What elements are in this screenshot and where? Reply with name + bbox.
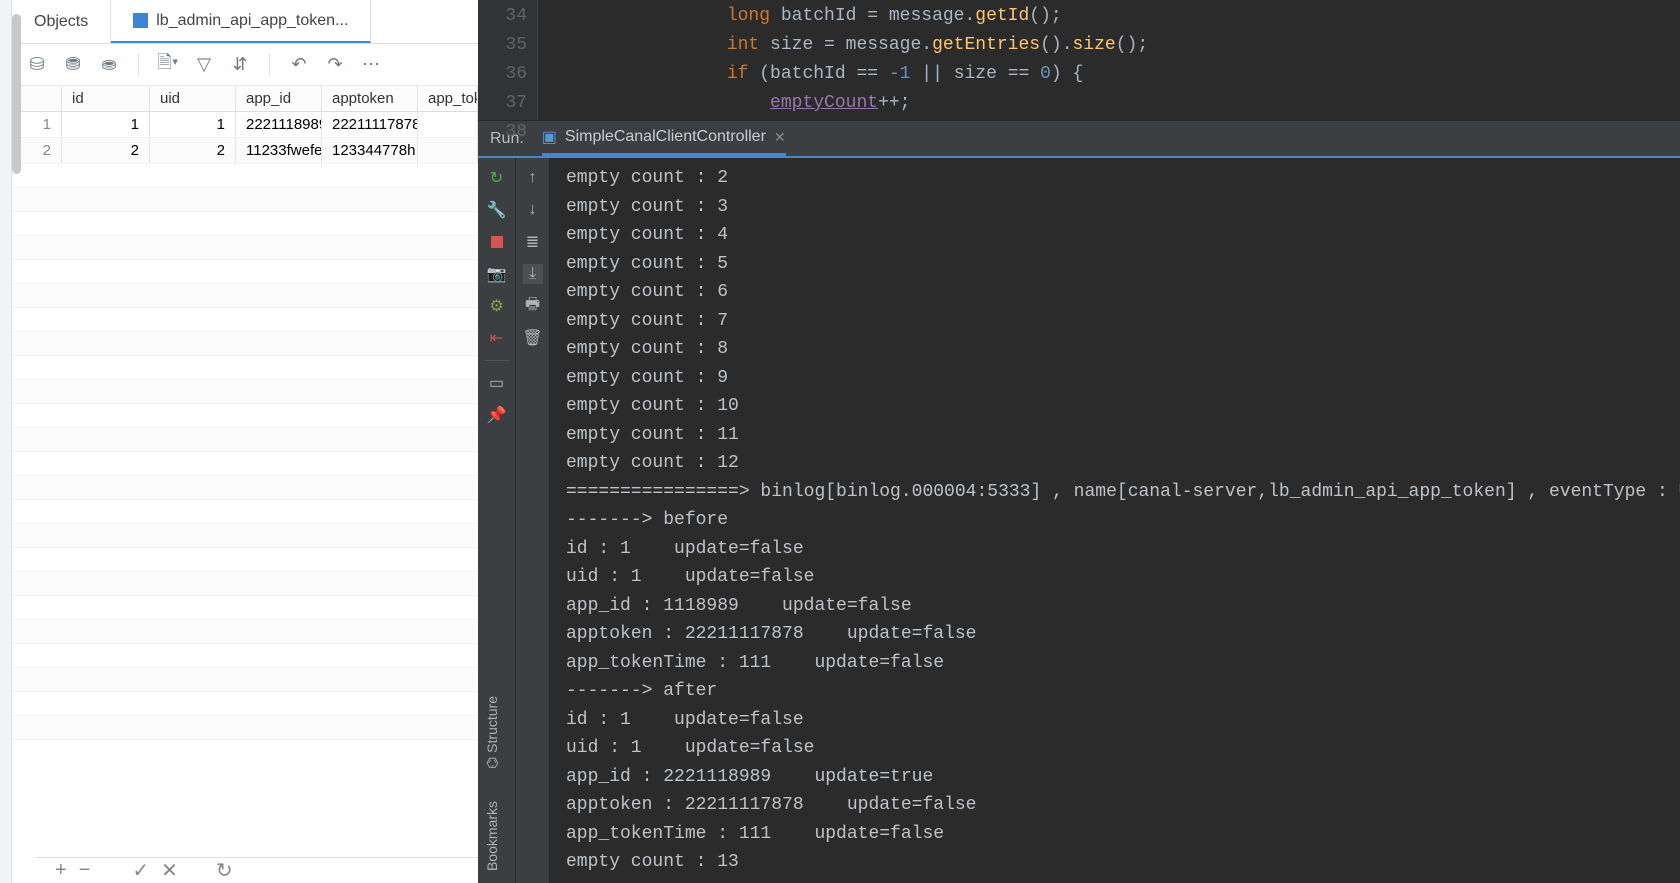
scroll-end-icon[interactable]: ⤓: [523, 264, 543, 284]
print-icon[interactable]: 🖶: [523, 296, 543, 316]
table-icon: [133, 13, 148, 28]
page-icon[interactable]: 🗎▾: [157, 54, 179, 76]
bug-icon[interactable]: ⚙: [487, 296, 507, 316]
begin-icon[interactable]: ⛁: [26, 54, 48, 76]
tab-label: lb_admin_api_app_token...: [156, 12, 348, 30]
cancel-icon[interactable]: ✕: [161, 858, 178, 883]
export-icon[interactable]: ↷: [324, 54, 346, 76]
ide-panel: ⌬ Structure Bookmarks 34 35 36 37 38 lon…: [478, 0, 1680, 883]
db-toolbar: ⛁ ⛃ ⛂ 🗎▾ ▽ ⇵ ↶ ↷ ⋯: [12, 44, 478, 86]
layout-icon[interactable]: ▭: [487, 373, 507, 393]
tab-objects[interactable]: Objects: [12, 0, 111, 43]
down-icon[interactable]: ↓: [523, 200, 543, 220]
table-row[interactable]: 2 2 2 11233fwefe 123344778h: [12, 138, 478, 164]
apply-icon[interactable]: ✓: [132, 858, 149, 883]
console-output[interactable]: empty count : 2 empty count : 3 empty co…: [550, 158, 1680, 883]
camera-icon[interactable]: 📷: [487, 264, 507, 284]
col-uid[interactable]: uid: [150, 86, 236, 111]
up-icon[interactable]: ↑: [523, 168, 543, 188]
col-apptoken[interactable]: apptoken: [322, 86, 418, 111]
tab-label: Objects: [34, 13, 88, 31]
tab-active-table[interactable]: lb_admin_api_app_token...: [111, 0, 371, 43]
grid-header: id uid app_id apptoken app_tok: [12, 86, 478, 112]
add-row-icon[interactable]: +: [55, 859, 67, 882]
db-panel: Objects lb_admin_api_app_token... ⛁ ⛃ ⛂ …: [0, 0, 478, 883]
code-editor[interactable]: 34 35 36 37 38 long batchId = message.ge…: [478, 0, 1680, 120]
filter-icon[interactable]: ▽: [193, 54, 215, 76]
console-actions-col: ↑ ↓ ≣ ⤓ 🖶 🗑: [516, 158, 550, 883]
refresh-icon[interactable]: ↻: [216, 858, 233, 883]
line-numbers: 34 35 36 37 38: [478, 0, 538, 120]
col-id[interactable]: id: [62, 86, 150, 111]
remove-row-icon[interactable]: −: [79, 859, 91, 882]
db-left-gutter: [0, 0, 12, 883]
table-row[interactable]: 1 1 1 2221118989 22211117878: [12, 112, 478, 138]
db-tabs: Objects lb_admin_api_app_token...: [12, 0, 478, 44]
col-app-id[interactable]: app_id: [236, 86, 322, 111]
more-icon[interactable]: ⋯: [360, 54, 382, 76]
app-icon: ▣: [542, 127, 557, 147]
stop-icon[interactable]: [487, 232, 507, 252]
sidetab-structure[interactable]: ⌬ Structure: [481, 690, 503, 775]
code-content: long batchId = message.getId(); int size…: [538, 0, 1680, 120]
col-app-tok[interactable]: app_tok: [418, 86, 478, 111]
commit-icon[interactable]: ⛃: [62, 54, 84, 76]
pin-icon[interactable]: 📌: [487, 405, 507, 425]
wrench-icon[interactable]: 🔧: [487, 200, 507, 220]
soft-wrap-icon[interactable]: ≣: [523, 232, 543, 252]
db-bottom-bar: + − ✓ ✕ ↻: [35, 857, 478, 883]
import-icon[interactable]: ↶: [288, 54, 310, 76]
rollback-icon[interactable]: ⛂: [98, 54, 120, 76]
run-config-tab[interactable]: ▣ SimpleCanalClientController ✕: [542, 121, 786, 156]
exit-icon[interactable]: ⇤: [487, 328, 507, 348]
close-icon[interactable]: ✕: [774, 129, 786, 146]
sidetab-bookmarks[interactable]: Bookmarks: [481, 795, 503, 877]
sort-icon[interactable]: ⇵: [229, 54, 251, 76]
scrollbar-thumb[interactable]: [12, 14, 21, 174]
run-toolwindow-header: Run: ▣ SimpleCanalClientController ✕: [478, 120, 1680, 158]
run-body: ↻ 🔧 📷 ⚙ ⇤ ▭ 📌 ↑ ↓ ≣ ⤓ 🖶 🗑 empty count : …: [478, 158, 1680, 883]
rerun-icon[interactable]: ↻: [487, 168, 507, 188]
clear-icon[interactable]: 🗑: [523, 328, 543, 348]
data-grid: id uid app_id apptoken app_tok 1 1 1 222…: [12, 86, 478, 883]
